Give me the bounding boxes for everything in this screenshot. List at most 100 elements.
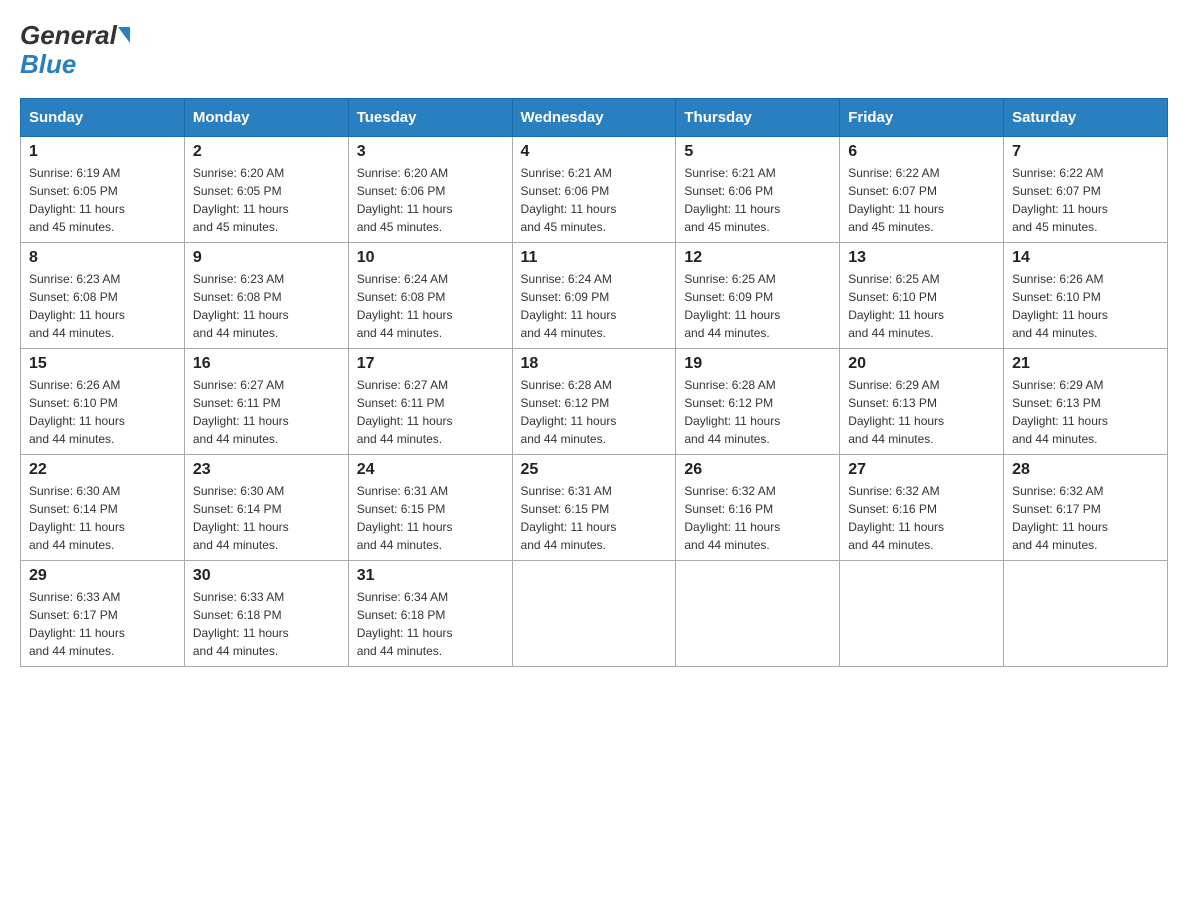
- day-info: Sunrise: 6:32 AM Sunset: 6:16 PM Dayligh…: [848, 482, 995, 554]
- calendar-week-row: 1 Sunrise: 6:19 AM Sunset: 6:05 PM Dayli…: [21, 137, 1168, 243]
- day-number: 14: [1012, 249, 1159, 267]
- day-info: Sunrise: 6:26 AM Sunset: 6:10 PM Dayligh…: [1012, 270, 1159, 342]
- day-info: Sunrise: 6:20 AM Sunset: 6:05 PM Dayligh…: [193, 164, 340, 236]
- logo-general-text: General: [20, 20, 117, 51]
- calendar-cell: [1004, 561, 1168, 667]
- calendar-cell: 8 Sunrise: 6:23 AM Sunset: 6:08 PM Dayli…: [21, 243, 185, 349]
- calendar-cell: 26 Sunrise: 6:32 AM Sunset: 6:16 PM Dayl…: [676, 455, 840, 561]
- day-info: Sunrise: 6:30 AM Sunset: 6:14 PM Dayligh…: [193, 482, 340, 554]
- day-number: 17: [357, 355, 504, 373]
- calendar-cell: [840, 561, 1004, 667]
- day-info: Sunrise: 6:30 AM Sunset: 6:14 PM Dayligh…: [29, 482, 176, 554]
- day-info: Sunrise: 6:33 AM Sunset: 6:17 PM Dayligh…: [29, 588, 176, 660]
- day-number: 6: [848, 143, 995, 161]
- day-info: Sunrise: 6:28 AM Sunset: 6:12 PM Dayligh…: [684, 376, 831, 448]
- logo-blue-text: Blue: [20, 49, 130, 80]
- day-info: Sunrise: 6:25 AM Sunset: 6:10 PM Dayligh…: [848, 270, 995, 342]
- calendar-header-wednesday: Wednesday: [512, 99, 676, 137]
- calendar-header-row: SundayMondayTuesdayWednesdayThursdayFrid…: [21, 99, 1168, 137]
- calendar-cell: 25 Sunrise: 6:31 AM Sunset: 6:15 PM Dayl…: [512, 455, 676, 561]
- day-info: Sunrise: 6:25 AM Sunset: 6:09 PM Dayligh…: [684, 270, 831, 342]
- calendar-week-row: 22 Sunrise: 6:30 AM Sunset: 6:14 PM Dayl…: [21, 455, 1168, 561]
- day-info: Sunrise: 6:33 AM Sunset: 6:18 PM Dayligh…: [193, 588, 340, 660]
- day-info: Sunrise: 6:32 AM Sunset: 6:17 PM Dayligh…: [1012, 482, 1159, 554]
- day-info: Sunrise: 6:21 AM Sunset: 6:06 PM Dayligh…: [521, 164, 668, 236]
- calendar-cell: 13 Sunrise: 6:25 AM Sunset: 6:10 PM Dayl…: [840, 243, 1004, 349]
- calendar-cell: 1 Sunrise: 6:19 AM Sunset: 6:05 PM Dayli…: [21, 137, 185, 243]
- calendar-cell: 6 Sunrise: 6:22 AM Sunset: 6:07 PM Dayli…: [840, 137, 1004, 243]
- calendar-cell: 18 Sunrise: 6:28 AM Sunset: 6:12 PM Dayl…: [512, 349, 676, 455]
- day-info: Sunrise: 6:26 AM Sunset: 6:10 PM Dayligh…: [29, 376, 176, 448]
- calendar-cell: 17 Sunrise: 6:27 AM Sunset: 6:11 PM Dayl…: [348, 349, 512, 455]
- calendar-cell: 23 Sunrise: 6:30 AM Sunset: 6:14 PM Dayl…: [184, 455, 348, 561]
- day-number: 24: [357, 461, 504, 479]
- day-number: 18: [521, 355, 668, 373]
- calendar-cell: 24 Sunrise: 6:31 AM Sunset: 6:15 PM Dayl…: [348, 455, 512, 561]
- logo-triangle-icon: [118, 27, 130, 43]
- day-number: 20: [848, 355, 995, 373]
- calendar-cell: 4 Sunrise: 6:21 AM Sunset: 6:06 PM Dayli…: [512, 137, 676, 243]
- day-number: 31: [357, 567, 504, 585]
- day-info: Sunrise: 6:31 AM Sunset: 6:15 PM Dayligh…: [357, 482, 504, 554]
- calendar-cell: 31 Sunrise: 6:34 AM Sunset: 6:18 PM Dayl…: [348, 561, 512, 667]
- day-number: 12: [684, 249, 831, 267]
- calendar-cell: 28 Sunrise: 6:32 AM Sunset: 6:17 PM Dayl…: [1004, 455, 1168, 561]
- calendar-table: SundayMondayTuesdayWednesdayThursdayFrid…: [20, 98, 1168, 667]
- day-number: 16: [193, 355, 340, 373]
- calendar-cell: [676, 561, 840, 667]
- calendar-cell: 2 Sunrise: 6:20 AM Sunset: 6:05 PM Dayli…: [184, 137, 348, 243]
- day-info: Sunrise: 6:22 AM Sunset: 6:07 PM Dayligh…: [848, 164, 995, 236]
- calendar-cell: 19 Sunrise: 6:28 AM Sunset: 6:12 PM Dayl…: [676, 349, 840, 455]
- calendar-cell: 30 Sunrise: 6:33 AM Sunset: 6:18 PM Dayl…: [184, 561, 348, 667]
- day-info: Sunrise: 6:31 AM Sunset: 6:15 PM Dayligh…: [521, 482, 668, 554]
- calendar-header-tuesday: Tuesday: [348, 99, 512, 137]
- calendar-cell: [512, 561, 676, 667]
- day-number: 7: [1012, 143, 1159, 161]
- calendar-header-thursday: Thursday: [676, 99, 840, 137]
- calendar-cell: 20 Sunrise: 6:29 AM Sunset: 6:13 PM Dayl…: [840, 349, 1004, 455]
- calendar-cell: 27 Sunrise: 6:32 AM Sunset: 6:16 PM Dayl…: [840, 455, 1004, 561]
- calendar-header-sunday: Sunday: [21, 99, 185, 137]
- calendar-cell: 29 Sunrise: 6:33 AM Sunset: 6:17 PM Dayl…: [21, 561, 185, 667]
- day-number: 19: [684, 355, 831, 373]
- day-info: Sunrise: 6:32 AM Sunset: 6:16 PM Dayligh…: [684, 482, 831, 554]
- day-info: Sunrise: 6:23 AM Sunset: 6:08 PM Dayligh…: [29, 270, 176, 342]
- day-number: 9: [193, 249, 340, 267]
- day-number: 23: [193, 461, 340, 479]
- day-info: Sunrise: 6:29 AM Sunset: 6:13 PM Dayligh…: [848, 376, 995, 448]
- calendar-week-row: 8 Sunrise: 6:23 AM Sunset: 6:08 PM Dayli…: [21, 243, 1168, 349]
- day-number: 3: [357, 143, 504, 161]
- calendar-header-saturday: Saturday: [1004, 99, 1168, 137]
- calendar-cell: 12 Sunrise: 6:25 AM Sunset: 6:09 PM Dayl…: [676, 243, 840, 349]
- calendar-week-row: 15 Sunrise: 6:26 AM Sunset: 6:10 PM Dayl…: [21, 349, 1168, 455]
- day-number: 1: [29, 143, 176, 161]
- day-info: Sunrise: 6:19 AM Sunset: 6:05 PM Dayligh…: [29, 164, 176, 236]
- calendar-header-friday: Friday: [840, 99, 1004, 137]
- calendar-cell: 14 Sunrise: 6:26 AM Sunset: 6:10 PM Dayl…: [1004, 243, 1168, 349]
- calendar-cell: 5 Sunrise: 6:21 AM Sunset: 6:06 PM Dayli…: [676, 137, 840, 243]
- day-number: 15: [29, 355, 176, 373]
- day-number: 29: [29, 567, 176, 585]
- calendar-cell: 11 Sunrise: 6:24 AM Sunset: 6:09 PM Dayl…: [512, 243, 676, 349]
- day-number: 22: [29, 461, 176, 479]
- day-number: 28: [1012, 461, 1159, 479]
- day-info: Sunrise: 6:22 AM Sunset: 6:07 PM Dayligh…: [1012, 164, 1159, 236]
- day-number: 26: [684, 461, 831, 479]
- calendar-cell: 22 Sunrise: 6:30 AM Sunset: 6:14 PM Dayl…: [21, 455, 185, 561]
- day-number: 30: [193, 567, 340, 585]
- calendar-week-row: 29 Sunrise: 6:33 AM Sunset: 6:17 PM Dayl…: [21, 561, 1168, 667]
- day-number: 4: [521, 143, 668, 161]
- logo: General Blue: [20, 20, 130, 80]
- day-info: Sunrise: 6:21 AM Sunset: 6:06 PM Dayligh…: [684, 164, 831, 236]
- day-number: 2: [193, 143, 340, 161]
- day-info: Sunrise: 6:20 AM Sunset: 6:06 PM Dayligh…: [357, 164, 504, 236]
- day-info: Sunrise: 6:28 AM Sunset: 6:12 PM Dayligh…: [521, 376, 668, 448]
- calendar-cell: 7 Sunrise: 6:22 AM Sunset: 6:07 PM Dayli…: [1004, 137, 1168, 243]
- calendar-cell: 15 Sunrise: 6:26 AM Sunset: 6:10 PM Dayl…: [21, 349, 185, 455]
- calendar-header-monday: Monday: [184, 99, 348, 137]
- calendar-cell: 10 Sunrise: 6:24 AM Sunset: 6:08 PM Dayl…: [348, 243, 512, 349]
- day-info: Sunrise: 6:24 AM Sunset: 6:08 PM Dayligh…: [357, 270, 504, 342]
- calendar-cell: 16 Sunrise: 6:27 AM Sunset: 6:11 PM Dayl…: [184, 349, 348, 455]
- day-info: Sunrise: 6:24 AM Sunset: 6:09 PM Dayligh…: [521, 270, 668, 342]
- day-info: Sunrise: 6:34 AM Sunset: 6:18 PM Dayligh…: [357, 588, 504, 660]
